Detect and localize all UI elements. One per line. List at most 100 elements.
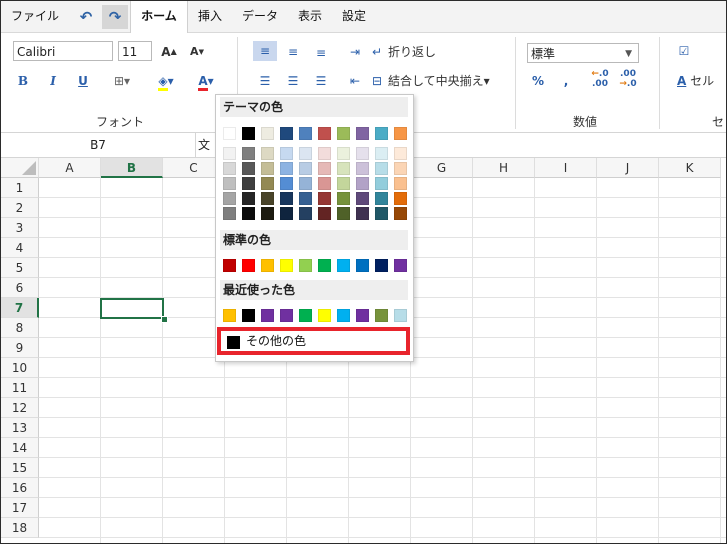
merge-center-button[interactable]: 結合して中央揃え▾	[388, 71, 490, 91]
cell-style-button[interactable]: A セル	[677, 71, 714, 91]
outdent-icon[interactable]: ⇤	[346, 71, 364, 91]
recent-color-swatch[interactable]	[261, 309, 274, 322]
align-bottom-icon[interactable]: ≡	[311, 43, 331, 63]
more-colors-button[interactable]: その他の色	[217, 327, 410, 355]
theme-shade-swatch[interactable]	[394, 207, 407, 220]
theme-color-swatch[interactable]	[242, 127, 255, 140]
theme-shade-swatch[interactable]	[280, 147, 293, 160]
tab-home[interactable]: ホーム	[130, 1, 188, 33]
row-header-3[interactable]: 3	[1, 218, 39, 238]
column-header-i[interactable]: I	[535, 158, 597, 178]
underline-button[interactable]: U	[75, 71, 91, 91]
column-header-b[interactable]: B	[101, 158, 163, 178]
theme-color-swatch[interactable]	[261, 127, 274, 140]
theme-shade-swatch[interactable]	[375, 162, 388, 175]
tab-insert[interactable]: 挿入	[191, 1, 229, 32]
theme-shade-swatch[interactable]	[261, 207, 274, 220]
undo-icon[interactable]: ↶	[73, 5, 99, 29]
theme-shade-swatch[interactable]	[375, 207, 388, 220]
theme-shade-swatch[interactable]	[318, 177, 331, 190]
theme-shade-swatch[interactable]	[242, 177, 255, 190]
column-header-h[interactable]: H	[473, 158, 535, 178]
theme-shade-swatch[interactable]	[261, 177, 274, 190]
standard-color-swatch[interactable]	[337, 259, 350, 272]
active-cell[interactable]	[100, 298, 164, 319]
decrease-decimal-icon[interactable]: .00 →.0	[617, 69, 639, 89]
select-all-corner[interactable]	[1, 158, 39, 178]
row-header-11[interactable]: 11	[1, 378, 39, 398]
theme-shade-swatch[interactable]	[280, 207, 293, 220]
column-header-a[interactable]: A	[39, 158, 101, 178]
theme-shade-swatch[interactable]	[299, 162, 312, 175]
row-header-5[interactable]: 5	[1, 258, 39, 278]
row-header-2[interactable]: 2	[1, 198, 39, 218]
theme-shade-swatch[interactable]	[299, 207, 312, 220]
row-header-7[interactable]: 7	[1, 298, 39, 318]
checkbox-icon[interactable]: ☑	[677, 41, 691, 61]
increase-font-icon[interactable]: A▲	[159, 42, 179, 62]
theme-shade-swatch[interactable]	[223, 177, 236, 190]
theme-shade-swatch[interactable]	[375, 177, 388, 190]
standard-color-swatch[interactable]	[280, 259, 293, 272]
fill-color-dropdown-icon[interactable]: ◈▾	[151, 71, 181, 91]
theme-shade-swatch[interactable]	[318, 162, 331, 175]
theme-color-swatch[interactable]	[299, 127, 312, 140]
theme-shade-swatch[interactable]	[242, 147, 255, 160]
theme-color-swatch[interactable]	[375, 127, 388, 140]
theme-shade-swatch[interactable]	[242, 207, 255, 220]
align-top-icon[interactable]: ≡	[253, 41, 277, 61]
name-box[interactable]: B7	[1, 133, 196, 157]
column-header-g[interactable]: G	[411, 158, 473, 178]
theme-shade-swatch[interactable]	[337, 162, 350, 175]
italic-button[interactable]: I	[45, 71, 61, 91]
theme-shade-swatch[interactable]	[223, 207, 236, 220]
theme-shade-swatch[interactable]	[299, 177, 312, 190]
recent-color-swatch[interactable]	[242, 309, 255, 322]
row-header-17[interactable]: 17	[1, 498, 39, 518]
theme-shade-swatch[interactable]	[318, 207, 331, 220]
percent-button[interactable]: %	[529, 71, 547, 91]
theme-color-swatch[interactable]	[318, 127, 331, 140]
font-name-field[interactable]: Calibri	[13, 41, 113, 61]
tab-data[interactable]: データ	[235, 1, 285, 32]
row-header-16[interactable]: 16	[1, 478, 39, 498]
theme-shade-swatch[interactable]	[337, 147, 350, 160]
standard-color-swatch[interactable]	[318, 259, 331, 272]
align-middle-icon[interactable]: ≡	[283, 42, 303, 62]
align-right-icon[interactable]: ☰	[311, 71, 331, 91]
recent-color-swatch[interactable]	[375, 309, 388, 322]
menu-file[interactable]: ファイル	[7, 1, 63, 32]
indent-icon[interactable]: ⇥	[346, 42, 364, 62]
increase-decimal-icon[interactable]: ←.0.00	[589, 69, 611, 89]
theme-shade-swatch[interactable]	[261, 162, 274, 175]
font-size-field[interactable]: 11	[118, 41, 152, 61]
theme-shade-swatch[interactable]	[223, 192, 236, 205]
wrap-text-button[interactable]: 折り返し	[388, 42, 436, 62]
fill-handle[interactable]	[161, 316, 168, 323]
redo-icon[interactable]: ↷	[102, 5, 128, 29]
row-header-14[interactable]: 14	[1, 438, 39, 458]
number-format-select[interactable]: 標準 ▼	[527, 43, 639, 63]
row-header-4[interactable]: 4	[1, 238, 39, 258]
recent-color-swatch[interactable]	[223, 309, 236, 322]
theme-shade-swatch[interactable]	[375, 147, 388, 160]
theme-shade-swatch[interactable]	[394, 147, 407, 160]
theme-color-swatch[interactable]	[223, 127, 236, 140]
standard-color-swatch[interactable]	[242, 259, 255, 272]
row-header-8[interactable]: 8	[1, 318, 39, 338]
theme-shade-swatch[interactable]	[280, 177, 293, 190]
row-header-18[interactable]: 18	[1, 518, 39, 538]
font-color-dropdown-icon[interactable]: A▾	[191, 71, 221, 91]
theme-shade-swatch[interactable]	[242, 162, 255, 175]
row-header-10[interactable]: 10	[1, 358, 39, 378]
column-header-k[interactable]: K	[659, 158, 721, 178]
wrap-text-icon[interactable]: ↵	[370, 42, 384, 62]
theme-shade-swatch[interactable]	[261, 192, 274, 205]
decrease-font-icon[interactable]: A▼	[187, 42, 207, 62]
theme-shade-swatch[interactable]	[394, 162, 407, 175]
theme-shade-swatch[interactable]	[337, 192, 350, 205]
theme-shade-swatch[interactable]	[223, 162, 236, 175]
merge-center-icon[interactable]: ⊟	[370, 71, 384, 91]
recent-color-swatch[interactable]	[337, 309, 350, 322]
align-left-icon[interactable]: ☰	[255, 71, 275, 91]
